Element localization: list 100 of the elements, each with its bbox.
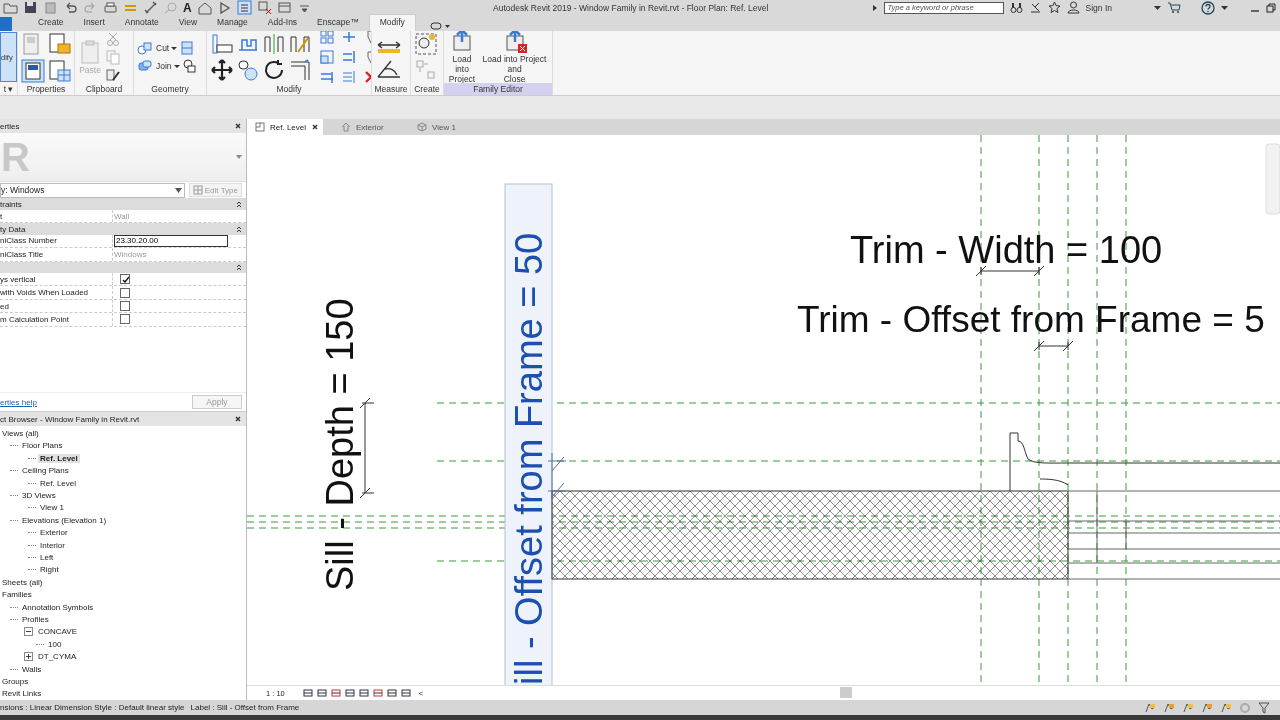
- array-icon[interactable]: [319, 31, 335, 46]
- property-name: with Voids When Loaded: [0, 288, 90, 298]
- checkbox[interactable]: [120, 274, 130, 285]
- tree-item[interactable]: Revit Links: [0, 689, 44, 699]
- tree-item[interactable]: Walls: [20, 664, 44, 674]
- load-into-project-and-close-button[interactable]: Load into Project and Close: [480, 31, 549, 84]
- family-types-icon[interactable]: [48, 58, 72, 83]
- ribbon-tab[interactable]: View: [168, 15, 208, 32]
- dimension-label[interactable]: Trim - Width = 100: [850, 229, 1163, 272]
- ribbon-tab[interactable]: Manage: [207, 15, 258, 32]
- close-icon[interactable]: [234, 122, 242, 131]
- scale-icon[interactable]: [319, 49, 335, 66]
- close-icon[interactable]: [311, 123, 320, 132]
- match-properties-icon[interactable]: [105, 67, 121, 84]
- tree-item[interactable]: Annotation Symbols: [20, 602, 96, 612]
- type-selector[interactable]: y: Windows: [0, 182, 185, 198]
- tree-item[interactable]: 3D Views: [20, 491, 58, 501]
- join-button[interactable]: Join: [137, 58, 172, 75]
- tree-item[interactable]: Groups: [0, 676, 31, 686]
- copy-element-icon[interactable]: [236, 58, 260, 83]
- panel-label: Clipboard: [84, 83, 124, 96]
- expand-arrow-icon[interactable]: [871, 3, 878, 12]
- help-icon[interactable]: [1201, 0, 1215, 15]
- ribbon-tab[interactable]: Enscape™: [307, 15, 369, 32]
- document-tab[interactable]: Ref. Level: [247, 119, 323, 136]
- dimension-label[interactable]: Sill - Depth = 150: [319, 298, 361, 592]
- restore-icon[interactable]: [1266, 2, 1276, 13]
- document-tab[interactable]: Exterior: [333, 119, 409, 136]
- text-tool-icon[interactable]: A: [183, 0, 192, 15]
- ribbon-tab[interactable]: Modify: [368, 14, 416, 32]
- caret-icon[interactable]: [171, 45, 178, 51]
- close-windows-icon[interactable]: [256, 0, 272, 16]
- tree-item[interactable]: Families: [0, 590, 34, 600]
- measure-icon[interactable]: [143, 0, 158, 16]
- dimension-label[interactable]: ill - Offset from Frame = 50: [508, 233, 550, 685]
- sign-in-link[interactable]: Sign In: [1085, 2, 1112, 13]
- scrollbar-thumb[interactable]: [840, 687, 852, 698]
- tree-item[interactable]: Interior: [38, 540, 67, 550]
- dimension-line: [975, 265, 1045, 277]
- tree-item[interactable]: Views (all): [0, 429, 41, 439]
- tree-item[interactable]: CONCAVE: [36, 627, 79, 637]
- open-folder-icon[interactable]: [3, 0, 18, 16]
- binoculars-icon[interactable]: [1009, 1, 1023, 15]
- load-into-project-button[interactable]: Load into Project: [447, 31, 478, 84]
- move-icon[interactable]: [210, 58, 234, 83]
- tree-item[interactable]: 100: [46, 639, 64, 649]
- tree-item[interactable]: Floor Plans: [20, 441, 65, 451]
- panel-label: Properties: [25, 83, 67, 96]
- tree-item[interactable]: Right: [38, 565, 61, 575]
- tree-item[interactable]: Exterior: [38, 528, 70, 538]
- help-link[interactable]: erties help: [0, 397, 37, 407]
- dropdown-icon[interactable]: [429, 21, 452, 32]
- panel-label: Modify: [275, 83, 303, 96]
- save-icon[interactable]: [23, 0, 38, 16]
- extend-icon[interactable]: [341, 49, 357, 66]
- checkbox[interactable]: [120, 301, 130, 312]
- tree-item[interactable]: DT_CYMA: [36, 652, 79, 662]
- tree-item[interactable]: Sheets (all): [0, 577, 45, 587]
- print-icon[interactable]: [103, 0, 118, 16]
- filter-icon[interactable]: [1258, 701, 1270, 714]
- checkbox[interactable]: [120, 314, 130, 325]
- list-icon[interactable]: [236, 0, 252, 16]
- collapse-icon[interactable]: [236, 200, 242, 208]
- tree-item[interactable]: View 1: [38, 503, 66, 513]
- star-icon[interactable]: [1047, 1, 1061, 15]
- close-icon[interactable]: [234, 415, 242, 424]
- expand-toggle[interactable]: [24, 652, 33, 662]
- cart-icon[interactable]: [1167, 1, 1181, 15]
- checkbox[interactable]: [120, 287, 130, 298]
- properties-palette-icon[interactable]: [21, 58, 45, 83]
- ribbon-tab[interactable]: Create: [28, 15, 74, 32]
- tree-item[interactable]: Ceiling Plans: [20, 466, 71, 476]
- tree-item[interactable]: Ref. Level: [38, 478, 79, 488]
- collapse-icon[interactable]: [236, 225, 242, 233]
- file-tab[interactable]: [0, 17, 12, 32]
- cut-button[interactable]: Cut: [137, 40, 170, 57]
- house-icon[interactable]: [196, 0, 212, 16]
- caret-icon[interactable]: [1221, 4, 1228, 11]
- caret-icon[interactable]: [1154, 4, 1161, 11]
- collapse-toggle[interactable]: [24, 627, 33, 637]
- dimension-label[interactable]: Trim - Offset from Frame = 5: [797, 299, 1265, 341]
- caret-icon[interactable]: [173, 63, 180, 69]
- property-name: niClass Title: [0, 249, 45, 259]
- tree-item[interactable]: Left: [38, 553, 56, 562]
- ribbon-tab[interactable]: Insert: [73, 15, 115, 32]
- ribbon-tab[interactable]: Add-Ins: [257, 15, 308, 32]
- split-face-icon[interactable]: [181, 58, 198, 75]
- tree-item[interactable]: Elevations (Elevation 1): [20, 515, 109, 525]
- type-properties-icon[interactable]: [48, 31, 72, 56]
- family-category-icon[interactable]: [414, 32, 438, 57]
- document-tab[interactable]: View 1: [409, 119, 485, 136]
- ribbon-tab[interactable]: Annotate: [114, 15, 169, 32]
- switch-windows-icon[interactable]: [276, 0, 292, 16]
- tree-item[interactable]: Ref. Level: [38, 453, 80, 463]
- cut-geometry-icon: [137, 40, 153, 57]
- collapse-icon[interactable]: [236, 263, 242, 271]
- trim-corner-icon[interactable]: [319, 69, 335, 84]
- align-icon[interactable]: [210, 32, 234, 57]
- user-icon[interactable]: [1066, 1, 1080, 15]
- tree-item[interactable]: Profiles: [20, 614, 51, 624]
